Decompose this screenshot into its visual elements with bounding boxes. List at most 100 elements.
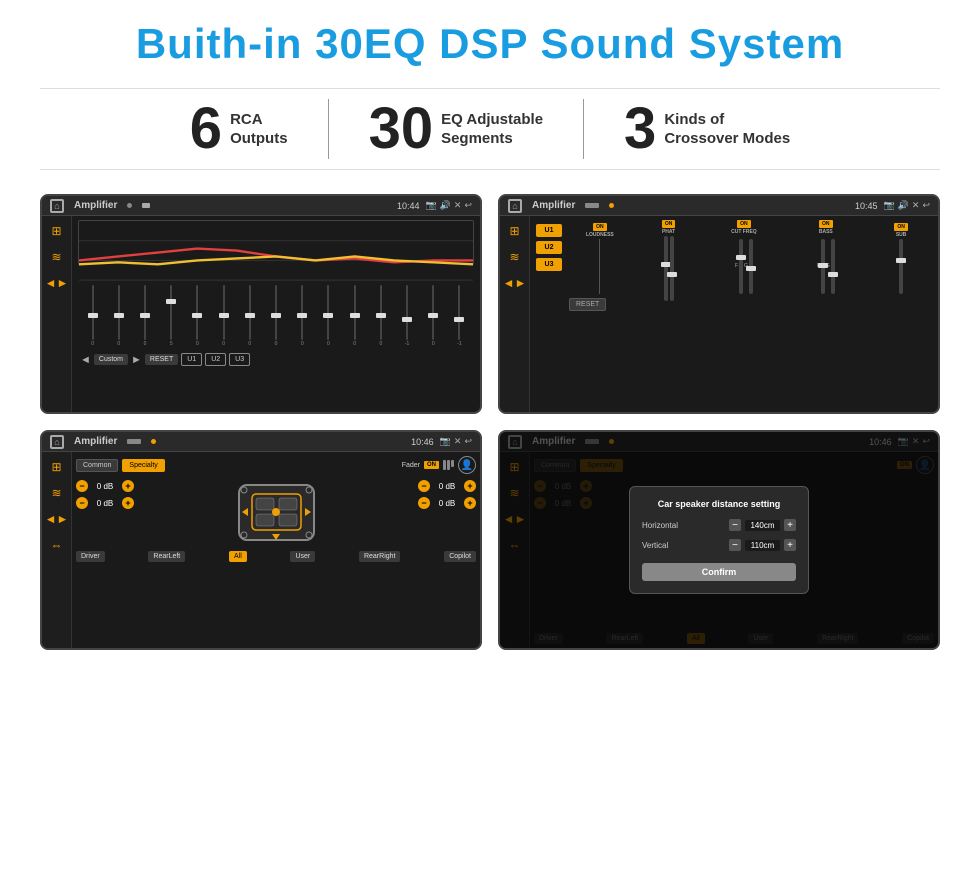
tab-common-3[interactable]: Common xyxy=(76,459,118,472)
eq-track-8[interactable] xyxy=(301,285,303,340)
cutfreq-fader-2[interactable] xyxy=(749,239,753,294)
phat-fader-2[interactable] xyxy=(670,236,674,301)
sidebar-arr3-icon[interactable]: ⇔ xyxy=(51,538,63,552)
eq-reset-btn[interactable]: RESET xyxy=(145,354,178,365)
vol-minus-0[interactable]: − xyxy=(76,480,88,492)
eq-thumb-14[interactable] xyxy=(454,317,464,322)
btn-driver[interactable]: Driver xyxy=(76,551,105,562)
btn-copilot[interactable]: Copilot xyxy=(444,551,476,562)
cutfreq-thumb-1[interactable] xyxy=(736,255,746,260)
eq-u2-btn[interactable]: U2 xyxy=(205,353,226,366)
eq-thumb-1[interactable] xyxy=(114,313,124,318)
btn-rearright[interactable]: RearRight xyxy=(359,551,401,562)
vol-plus-2[interactable]: + xyxy=(464,480,476,492)
eq-thumb-2[interactable] xyxy=(140,313,150,318)
eq-u1-btn[interactable]: U1 xyxy=(181,353,202,366)
phat-fader-1[interactable] xyxy=(664,236,668,301)
vol-plus-1[interactable]: + xyxy=(122,497,134,509)
horizontal-value: 140cm xyxy=(745,520,780,531)
right-volumes: − 0 dB + − 0 dB + xyxy=(418,480,476,545)
eq-next-arrow[interactable]: ► xyxy=(131,354,142,366)
vol-plus-3[interactable]: + xyxy=(464,497,476,509)
vol-row-1: − 0 dB + xyxy=(76,497,134,509)
vol-minus-1[interactable]: − xyxy=(76,497,88,509)
cutfreq-fader-1[interactable] xyxy=(739,239,743,294)
eq-track-13[interactable] xyxy=(432,285,434,340)
eq-track-1[interactable] xyxy=(118,285,120,340)
eq-track-10[interactable] xyxy=(354,285,356,340)
btn-all[interactable]: All xyxy=(229,551,247,562)
sidebar-vol-icon[interactable]: ◄► xyxy=(45,276,69,290)
eq-track-11[interactable] xyxy=(380,285,382,340)
vol-minus-3[interactable]: − xyxy=(418,497,430,509)
person-icon: 👤 xyxy=(458,456,476,474)
eq-track-2[interactable] xyxy=(144,285,146,340)
sidebar-eq-icon[interactable]: ⊞ xyxy=(51,224,61,238)
preset-u2[interactable]: U2 xyxy=(536,241,562,254)
home-icon-3[interactable] xyxy=(50,435,64,449)
x-icon-1: ✕ xyxy=(454,200,462,211)
eq-thumb-4[interactable] xyxy=(192,313,202,318)
home-icon-2[interactable] xyxy=(508,199,522,213)
vol-plus-0[interactable]: + xyxy=(122,480,134,492)
stat-rca-label: RCAOutputs xyxy=(230,110,288,149)
screens-grid: Amplifier 10:44 📷 🔊 ✕ ↩ ⊞ ≋ ◄► xyxy=(40,194,940,650)
bass-thumb-1[interactable] xyxy=(818,263,828,268)
eq-track-12[interactable] xyxy=(406,285,408,340)
eq-thumb-11[interactable] xyxy=(376,313,386,318)
eq-thumb-10[interactable] xyxy=(350,313,360,318)
eq-thumb-0[interactable] xyxy=(88,313,98,318)
vol-minus-2[interactable]: − xyxy=(418,480,430,492)
eq-track-6[interactable] xyxy=(249,285,251,340)
cutfreq-thumb-2[interactable] xyxy=(746,266,756,271)
eq-thumb-6[interactable] xyxy=(245,313,255,318)
vertical-minus-btn[interactable]: − xyxy=(729,539,741,551)
eq-track-7[interactable] xyxy=(275,285,277,340)
phat-thumb-2[interactable] xyxy=(667,272,677,277)
back-icon-3: ↩ xyxy=(464,436,472,447)
sub-on: ON xyxy=(894,223,908,231)
tab-specialty-3[interactable]: Specialty xyxy=(122,459,164,472)
eq-thumb-3[interactable] xyxy=(166,299,176,304)
sidebar-vol2-icon[interactable]: ◄► xyxy=(503,276,527,290)
eq-prev-arrow[interactable]: ◄ xyxy=(80,354,91,366)
stat-crossover-number: 3 xyxy=(624,100,656,158)
eq-thumb-7[interactable] xyxy=(271,313,281,318)
eq-track-3[interactable] xyxy=(170,285,172,340)
preset-u3[interactable]: U3 xyxy=(536,258,562,271)
sidebar-wave-icon[interactable]: ≋ xyxy=(51,250,61,264)
fader-bar-1 xyxy=(443,460,446,470)
amp2-presets: U1 U2 U3 xyxy=(534,220,564,408)
eq-track-0[interactable] xyxy=(92,285,94,340)
eq-track-5[interactable] xyxy=(223,285,225,340)
eq-thumb-12[interactable] xyxy=(402,317,412,322)
sub-fader[interactable] xyxy=(899,239,903,294)
sidebar-wave3-icon[interactable]: ≋ xyxy=(51,486,61,500)
sidebar-eq3-icon[interactable]: ⊞ xyxy=(51,460,61,474)
eq-thumb-5[interactable] xyxy=(219,313,229,318)
sidebar-wave2-icon[interactable]: ≋ xyxy=(509,250,519,264)
eq-u3-btn[interactable]: U3 xyxy=(229,353,250,366)
status-bar-1: Amplifier 10:44 📷 🔊 ✕ ↩ xyxy=(42,196,480,216)
home-icon-1[interactable] xyxy=(50,199,64,213)
dialog-horizontal-label: Horizontal xyxy=(642,521,678,530)
eq-thumb-13[interactable] xyxy=(428,313,438,318)
eq-thumb-9[interactable] xyxy=(323,313,333,318)
horizontal-minus-btn[interactable]: − xyxy=(729,519,741,531)
bass-thumb-2[interactable] xyxy=(828,272,838,277)
btn-user[interactable]: User xyxy=(290,551,315,562)
amp2-reset-btn[interactable]: RESET xyxy=(569,298,606,311)
vertical-plus-btn[interactable]: + xyxy=(784,539,796,551)
preset-u1[interactable]: U1 xyxy=(536,224,562,237)
horizontal-plus-btn[interactable]: + xyxy=(784,519,796,531)
sub-thumb[interactable] xyxy=(896,258,906,263)
cutfreq-on: ON xyxy=(737,220,751,228)
eq-custom-btn[interactable]: Custom xyxy=(94,354,128,365)
btn-rearleft[interactable]: RearLeft xyxy=(148,551,185,562)
bass-fader-2[interactable] xyxy=(831,239,835,294)
bass-fader-1[interactable] xyxy=(821,239,825,294)
sidebar-eq2-icon[interactable]: ⊞ xyxy=(509,224,519,238)
sidebar-vol3-icon[interactable]: ◄► xyxy=(45,512,69,526)
eq-thumb-8[interactable] xyxy=(297,313,307,318)
confirm-button[interactable]: Confirm xyxy=(642,563,796,581)
